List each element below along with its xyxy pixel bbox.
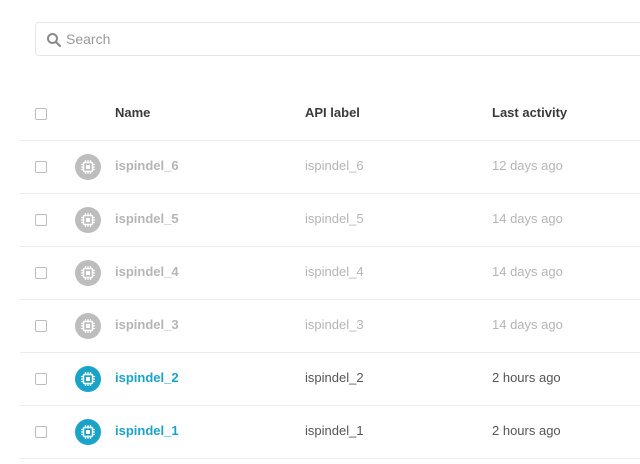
device-api-label: ispindel_6: [305, 158, 364, 173]
row-checkbox[interactable]: [35, 426, 47, 438]
device-name-link[interactable]: ispindel_5: [115, 211, 179, 226]
device-last-activity: 14 days ago: [492, 264, 563, 279]
chip-icon: [75, 366, 101, 392]
table-row[interactable]: ispindel_1 ispindel_1 2 hours ago: [20, 406, 640, 459]
device-api-label: ispindel_3: [305, 317, 364, 332]
column-header-api-label[interactable]: API label: [305, 105, 360, 120]
device-last-activity: 12 days ago: [492, 158, 563, 173]
device-name-link[interactable]: ispindel_1: [115, 423, 179, 438]
table-row[interactable]: ispindel_6 ispindel_6 12 days ago: [20, 141, 640, 194]
row-checkbox[interactable]: [35, 214, 47, 226]
chip-icon: [75, 207, 101, 233]
search-box[interactable]: [35, 22, 640, 56]
device-name-link[interactable]: ispindel_3: [115, 317, 179, 332]
device-last-activity: 14 days ago: [492, 211, 563, 226]
table-row[interactable]: ispindel_2 ispindel_2 2 hours ago: [20, 353, 640, 406]
table-row[interactable]: ispindel_4 ispindel_4 14 days ago: [20, 247, 640, 300]
device-name-link[interactable]: ispindel_2: [115, 370, 179, 385]
devices-table: Name API label Last activity ispindel_6 i…: [20, 88, 640, 459]
device-last-activity: 14 days ago: [492, 317, 563, 332]
chip-icon: [75, 154, 101, 180]
devices-page: Name API label Last activity ispindel_6i…: [0, 0, 640, 464]
row-checkbox[interactable]: [35, 373, 47, 385]
table-header-row: Name API label Last activity: [20, 88, 640, 141]
chip-icon: [75, 260, 101, 286]
device-name-link[interactable]: ispindel_4: [115, 264, 179, 279]
row-checkbox[interactable]: [35, 320, 47, 332]
column-header-name[interactable]: Name: [115, 105, 150, 120]
row-checkbox[interactable]: [35, 267, 47, 279]
search-icon: [46, 32, 62, 48]
search-input[interactable]: [66, 23, 626, 55]
table-row[interactable]: ispindel_3 ispindel_3 14 days ago: [20, 300, 640, 353]
chip-icon: [75, 313, 101, 339]
device-api-label: ispindel_2: [305, 370, 364, 385]
device-last-activity: 2 hours ago: [492, 423, 561, 438]
device-api-label: ispindel_4: [305, 264, 364, 279]
table-body: ispindel_6 ispindel_6 12 days ago ispindel_…: [20, 141, 640, 459]
device-name-link[interactable]: ispindel_6: [115, 158, 179, 173]
select-all-checkbox[interactable]: [35, 108, 47, 120]
column-header-last-activity[interactable]: Last activity: [492, 105, 567, 120]
device-last-activity: 2 hours ago: [492, 370, 561, 385]
device-api-label: ispindel_5: [305, 211, 364, 226]
device-api-label: ispindel_1: [305, 423, 364, 438]
row-checkbox[interactable]: [35, 161, 47, 173]
chip-icon: [75, 419, 101, 445]
table-row[interactable]: ispindel_5 ispindel_5 14 days ago: [20, 194, 640, 247]
